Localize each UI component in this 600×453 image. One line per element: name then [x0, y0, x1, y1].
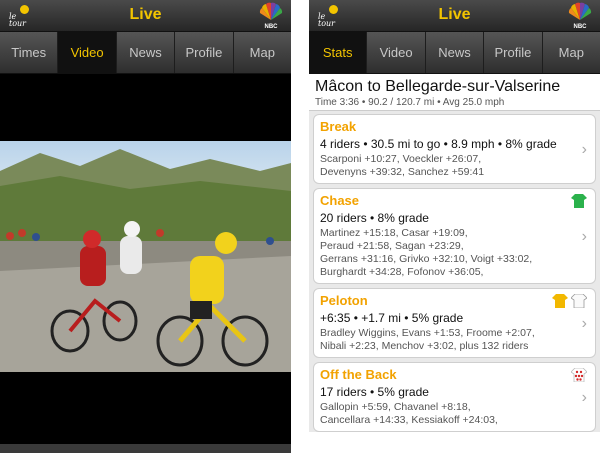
- stats-screen: le tour Live NBC Stats Video News Profile…: [309, 0, 600, 453]
- group-riders: Nibali +2:23, Menchov +3:02, plus 132 ri…: [320, 340, 529, 352]
- header-bar: le tour Live NBC: [0, 0, 291, 32]
- stage-meta: Time 3:36 • 90.2 / 120.7 mi • Avg 25.0 m…: [309, 96, 600, 111]
- group-riders: Bradley Wiggins, Evans +1:53, Froome +2:…: [320, 327, 535, 339]
- group-headline: 20 riders • 8% grade: [320, 211, 429, 225]
- group-name: Peloton: [320, 293, 368, 308]
- tab-profile[interactable]: Profile: [175, 32, 234, 73]
- white-jersey-icon: [571, 294, 587, 308]
- tab-video[interactable]: Video: [367, 32, 426, 73]
- tab-video[interactable]: Video: [58, 32, 117, 73]
- group-break[interactable]: Break 4 riders • 30.5 mi to go • 8.9 mph…: [313, 114, 596, 184]
- group-peloton[interactable]: Peloton +6:35 • +1.7 mi • 5% grade Bradl…: [313, 288, 596, 358]
- yellow-jersey-icon: [552, 294, 568, 308]
- group-chase[interactable]: Chase 20 riders • 8% grade Martinez +15:…: [313, 188, 596, 284]
- group-name: Break: [320, 119, 357, 134]
- chevron-right-icon: ›: [581, 389, 587, 406]
- tab-times[interactable]: Times: [0, 32, 59, 73]
- group-name: Off the Back: [320, 367, 397, 382]
- tab-news[interactable]: News: [426, 32, 485, 73]
- chevron-right-icon: ›: [581, 315, 587, 332]
- tab-news[interactable]: News: [117, 32, 176, 73]
- group-riders: Scarponi +10:27, Voeckler +26:07,: [320, 153, 482, 165]
- group-off-the-back[interactable]: Off the Back 17 riders • 5% grade Gallop…: [313, 362, 596, 432]
- tab-map[interactable]: Map: [234, 32, 291, 73]
- tab-bar: Times Video News Profile Map: [0, 32, 291, 74]
- bottom-toolbar: [0, 444, 291, 453]
- group-headline: 17 riders • 5% grade: [320, 385, 429, 399]
- nbc-sports-logo: NBC: [257, 2, 285, 30]
- group-riders: Cancellara +14:33, Kessiakoff +24:03,: [320, 414, 498, 426]
- tab-bar: Stats Video News Profile Map: [309, 32, 600, 74]
- group-riders: Devenyns +39:32, Sanchez +59:41: [320, 166, 485, 178]
- tab-profile[interactable]: Profile: [484, 32, 543, 73]
- video-player[interactable]: [0, 75, 291, 453]
- group-riders: Gerrans +31:16, Grivko +32:10, Voigt +33…: [320, 253, 533, 265]
- video-frame[interactable]: [0, 141, 291, 372]
- group-riders: Martinez +15:18, Casar +19:09,: [320, 227, 468, 239]
- nbc-sports-logo: NBC: [566, 2, 594, 30]
- header-title: Live: [438, 6, 471, 23]
- group-riders: Gallopin +5:59, Chavanel +8:18,: [320, 401, 471, 413]
- green-jersey-icon: [571, 194, 587, 208]
- stage-title: Mâcon to Bellegarde-sur-Valserine: [315, 78, 561, 95]
- group-headline: 4 riders • 30.5 mi to go • 8.9 mph • 8% …: [320, 137, 557, 151]
- video-screen: le tour Live NBC Times Video News Profile…: [0, 0, 291, 453]
- group-riders: Burghardt +34:28, Fofonov +36:05,: [320, 266, 484, 278]
- header-bar: le tour Live NBC: [309, 0, 600, 32]
- tab-map[interactable]: Map: [543, 32, 600, 73]
- header-title: Live: [129, 6, 162, 23]
- polka-dot-jersey-icon: [571, 368, 587, 382]
- group-riders: Peraud +21:58, Sagan +23:29,: [320, 240, 464, 252]
- tab-stats[interactable]: Stats: [309, 32, 368, 73]
- race-groups-list: Break 4 riders • 30.5 mi to go • 8.9 mph…: [309, 111, 600, 432]
- chevron-right-icon: ›: [581, 228, 587, 245]
- group-headline: +6:35 • +1.7 mi • 5% grade: [320, 311, 464, 325]
- group-name: Chase: [320, 193, 360, 208]
- chevron-right-icon: ›: [581, 141, 587, 158]
